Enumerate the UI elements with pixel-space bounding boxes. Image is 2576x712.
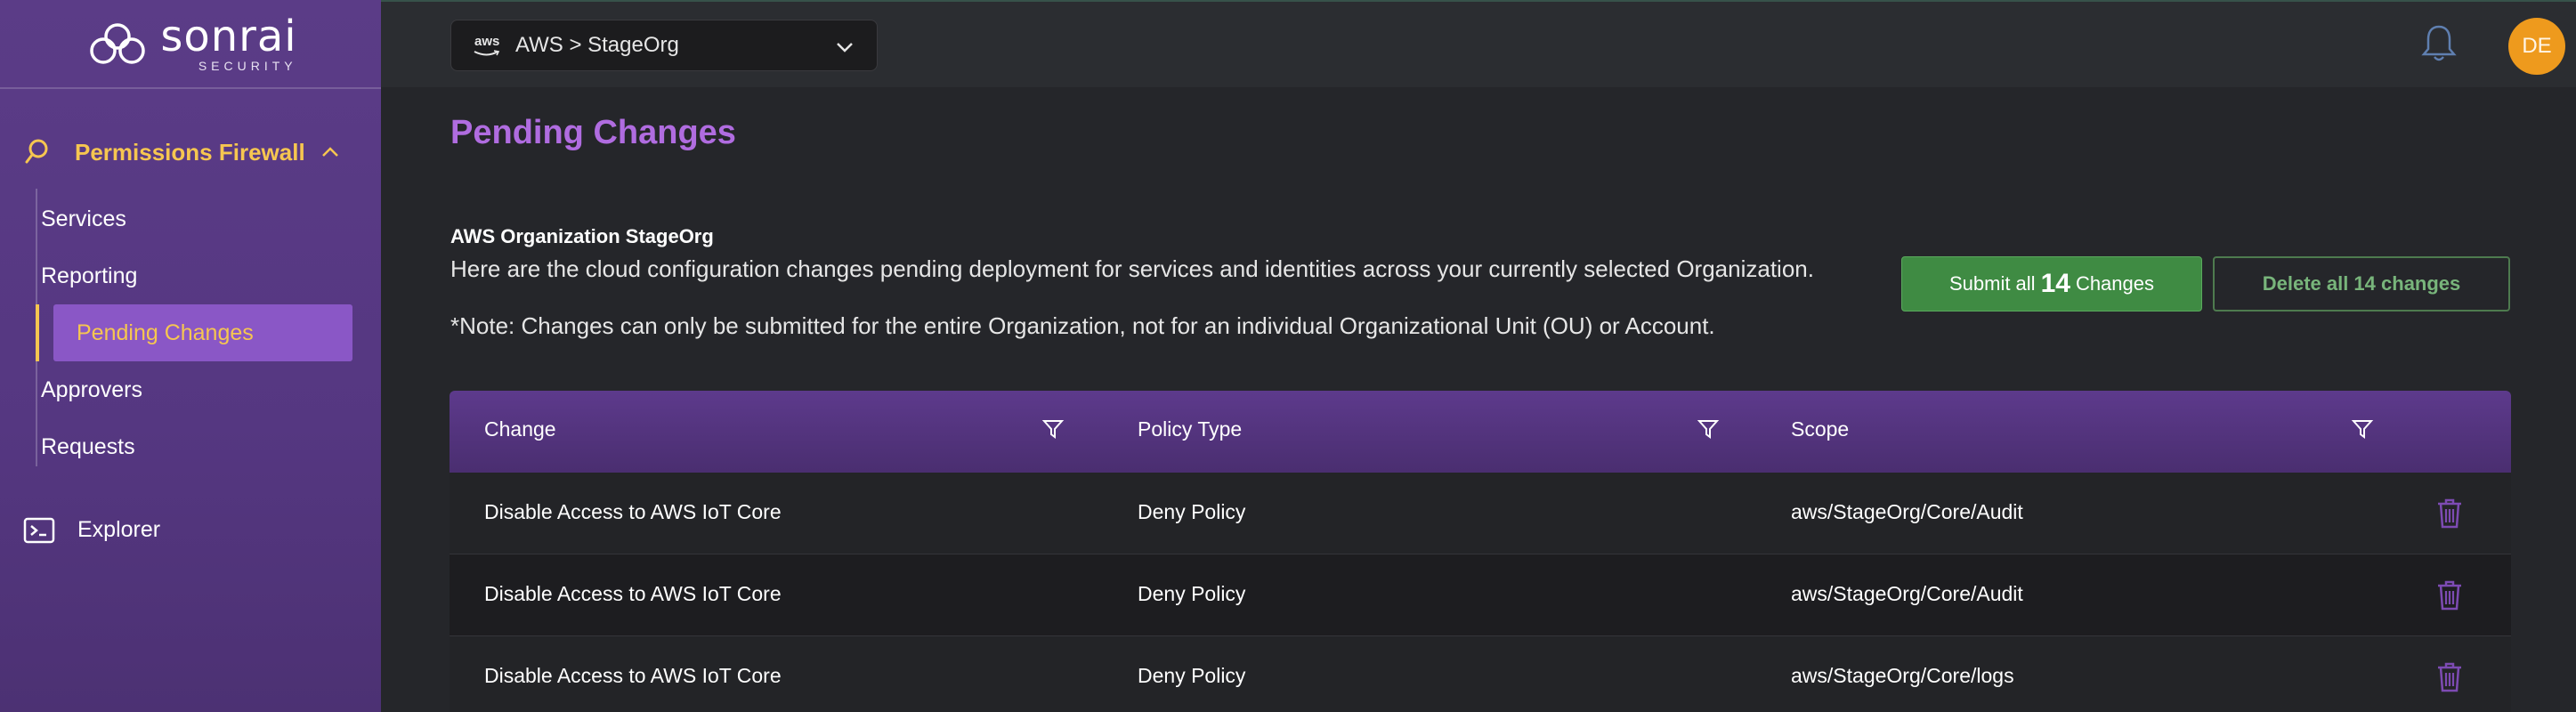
- sidebar-item-pending-changes[interactable]: Pending Changes: [53, 304, 352, 361]
- submit-prefix: Submit all: [1948, 272, 2036, 295]
- terminal-icon: [23, 517, 55, 544]
- cell-change: Disable Access to AWS IoT Core: [484, 664, 782, 687]
- sidebar-section-label: Permissions Firewall: [75, 139, 305, 166]
- cell-policy-type: Deny Policy: [1138, 664, 1246, 687]
- cell-scope: aws/StageOrg/Core/logs: [1791, 664, 2014, 687]
- page-title: Pending Changes: [450, 114, 736, 151]
- column-header-change[interactable]: Change: [484, 417, 556, 441]
- filter-icon[interactable]: [1697, 417, 1720, 441]
- cell-scope: aws/StageOrg/Core/Audit: [1791, 582, 2023, 605]
- brand-wordmark: sonrai SECURITY: [160, 15, 296, 72]
- org-heading: AWS Organization StageOrg: [450, 225, 714, 247]
- org-selector-label: AWS > StageOrg: [515, 33, 679, 57]
- brand-name: sonrai: [160, 12, 297, 61]
- sidebar-item-explorer[interactable]: Explorer: [0, 504, 381, 557]
- sidebar-item-approvers[interactable]: Approvers: [18, 361, 317, 418]
- active-indicator: [36, 304, 39, 361]
- table-header: Change Policy Type Scope: [450, 391, 2511, 473]
- top-bar: aws AWS > StageOrg DE: [381, 0, 2576, 87]
- filter-icon[interactable]: [2351, 417, 2374, 441]
- sidebar-item-services[interactable]: Services: [18, 190, 317, 247]
- user-avatar[interactable]: DE: [2508, 18, 2565, 75]
- chevron-down-icon: [837, 43, 853, 53]
- submit-suffix: Changes: [2075, 272, 2155, 295]
- cell-policy-type: Deny Policy: [1138, 500, 1246, 523]
- cell-scope: aws/StageOrg/Core/Audit: [1791, 500, 2023, 523]
- cell-change: Disable Access to AWS IoT Core: [484, 500, 782, 523]
- table-row: Disable Access to AWS IoT Core Deny Poli…: [450, 473, 2511, 554]
- firewall-icon: [25, 139, 48, 164]
- trash-icon[interactable]: [2436, 498, 2463, 530]
- table-row: Disable Access to AWS IoT Core Deny Poli…: [450, 636, 2511, 712]
- trash-icon[interactable]: [2436, 661, 2463, 693]
- submit-count: 14: [2040, 269, 2070, 298]
- page-description: Here are the cloud configuration changes…: [450, 255, 1814, 282]
- filter-icon[interactable]: [1041, 417, 1065, 441]
- sidebar: sonrai SECURITY Permissions Firewall Ser…: [0, 0, 381, 712]
- pending-changes-table: Change Policy Type Scope Disable Access …: [450, 391, 2511, 712]
- sidebar-item-label: Explorer: [77, 517, 161, 542]
- delete-all-changes-button[interactable]: Delete all 14 changes: [2213, 256, 2510, 312]
- cell-policy-type: Deny Policy: [1138, 582, 1246, 605]
- sonrai-logo-icon: [90, 23, 146, 64]
- sidebar-item-reporting[interactable]: Reporting: [18, 247, 317, 304]
- sidebar-section-permissions-firewall[interactable]: Permissions Firewall: [0, 125, 381, 178]
- aws-icon: aws: [474, 34, 500, 49]
- aws-smile-icon: [474, 50, 500, 56]
- column-header-policy-type[interactable]: Policy Type: [1138, 417, 1242, 441]
- page-note: *Note: Changes can only be submitted for…: [450, 312, 1715, 339]
- brand-logo[interactable]: sonrai SECURITY: [0, 0, 381, 89]
- column-header-scope[interactable]: Scope: [1791, 417, 1849, 441]
- cell-change: Disable Access to AWS IoT Core: [484, 582, 782, 605]
- table-row: Disable Access to AWS IoT Core Deny Poli…: [450, 554, 2511, 636]
- sidebar-item-requests[interactable]: Requests: [18, 418, 317, 475]
- trash-icon[interactable]: [2436, 579, 2463, 611]
- bell-icon[interactable]: [2421, 23, 2457, 64]
- submit-all-changes-button[interactable]: Submit all 14 Changes: [1901, 256, 2202, 312]
- org-selector-dropdown[interactable]: aws AWS > StageOrg: [450, 20, 878, 71]
- brand-tagline: SECURITY: [198, 59, 297, 73]
- chevron-up-icon[interactable]: [319, 141, 342, 164]
